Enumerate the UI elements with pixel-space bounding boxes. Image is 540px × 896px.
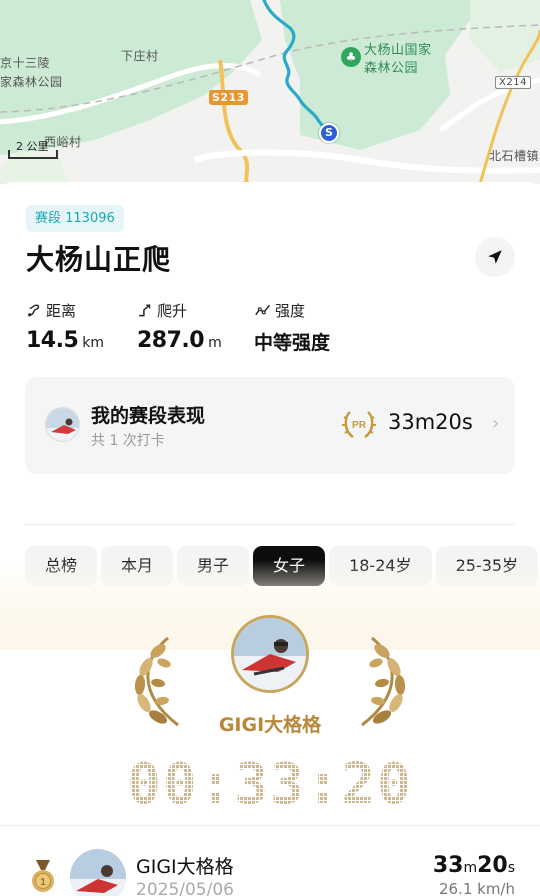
list-divider (0, 825, 540, 826)
climb-icon (139, 304, 151, 317)
stat-label: 强度 (275, 301, 306, 320)
map-place-label: 西峪村 (44, 135, 82, 149)
map-place-label: 家森林公园 (0, 75, 63, 89)
time-minutes: 33 (432, 853, 464, 878)
stat-distance: 距离 14.5 km (26, 300, 105, 354)
performance-title: 我的赛段表现 (91, 405, 206, 427)
athlete-speed: 26.1 km/h (438, 880, 515, 896)
stat-value: 287.0 (137, 328, 205, 353)
stat-intensity: 强度 中等强度 (254, 300, 330, 355)
my-segment-performance-card[interactable]: 我的赛段表现 共 1 次打卡 PR 33m20s › (25, 377, 515, 474)
winner-avatar[interactable] (231, 615, 309, 693)
avatar (70, 849, 126, 896)
distance-icon (28, 304, 40, 317)
activity-date: 2025/05/06 (136, 880, 234, 896)
road-shield-x214: X214 (495, 76, 531, 89)
pr-badge-text: PR (352, 420, 367, 431)
stat-unit: km (82, 335, 105, 351)
chevron-right-icon: › (492, 413, 500, 434)
stat-elevation: 爬升 287.0 m (137, 300, 222, 354)
stat-label: 距离 (46, 301, 77, 320)
winner-big-time: 00:33:20 (127, 753, 413, 811)
svg-text:1: 1 (40, 877, 46, 888)
map-scale-bar (8, 150, 58, 159)
map-park-label: 大杨山国家 (364, 43, 432, 58)
athlete-name: GIGI大格格 (136, 856, 234, 878)
section-divider (25, 524, 515, 525)
navigate-button[interactable] (475, 237, 515, 277)
stat-unit: m (208, 335, 222, 351)
segment-title: 大杨山正爬 (26, 243, 172, 276)
map-place-label: 北石槽镇 (489, 149, 540, 163)
pr-laurel-icon: PR (342, 411, 376, 438)
map-place-label: 京十三陵 (0, 56, 51, 70)
winner-name: GIGI大格格 (218, 714, 322, 736)
stat-value: 14.5 (26, 328, 79, 353)
time-minutes-unit: m (463, 860, 478, 876)
road-shield-s213: S213 (209, 90, 248, 105)
map-park-label: 森林公园 (364, 61, 419, 76)
performance-best-time: 33m20s (388, 410, 473, 434)
athlete-time: 33m20s (433, 853, 515, 878)
time-seconds-unit: s (507, 860, 515, 876)
stat-label: 爬升 (157, 301, 188, 320)
park-pin-icon[interactable]: ♣ (341, 47, 361, 67)
route-start-marker[interactable]: S (319, 123, 339, 143)
map-place-label: 下庄村 (121, 49, 159, 63)
big-time-text: 00:33:20 (127, 753, 413, 811)
map-canvas (0, 0, 540, 184)
avatar (45, 407, 80, 442)
segment-id-tag: 赛段 113096 (26, 205, 124, 232)
navigation-arrow-icon (488, 250, 502, 264)
intensity-icon (255, 304, 270, 316)
performance-subtitle: 共 1 次打卡 (91, 433, 165, 449)
gold-medal-icon: 1 (32, 860, 54, 892)
stat-value: 中等强度 (254, 332, 331, 354)
time-seconds: 20 (477, 853, 508, 878)
route-map[interactable]: 京十三陵 家森林公园 下庄村 ♣ 大杨山国家 森林公园 S213 X214 西峪… (0, 0, 540, 184)
